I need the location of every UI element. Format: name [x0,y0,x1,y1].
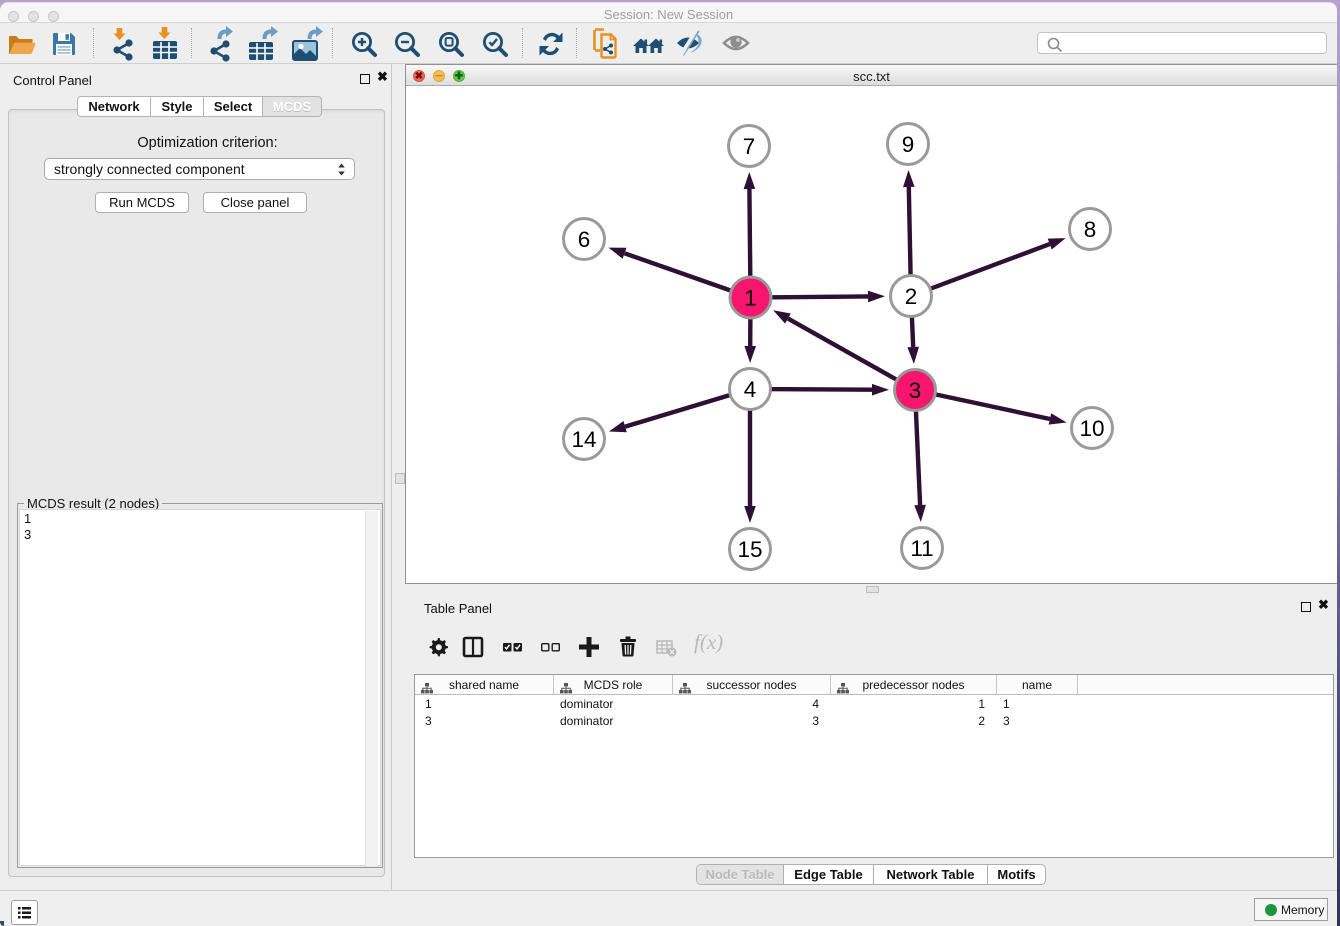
svg-text:1: 1 [744,286,757,311]
svg-text:7: 7 [743,134,756,159]
svg-text:3: 3 [909,378,922,403]
svg-text:15: 15 [737,537,762,562]
svg-text:4: 4 [744,377,757,402]
svg-text:11: 11 [910,536,933,561]
svg-text:f(x): f(x) [694,633,723,654]
svg-text:2: 2 [905,284,918,309]
svg-text:9: 9 [902,132,915,157]
svg-text:10: 10 [1079,416,1104,441]
svg-text:6: 6 [578,227,591,252]
svg-text:14: 14 [571,427,596,452]
svg-text:8: 8 [1084,217,1097,242]
